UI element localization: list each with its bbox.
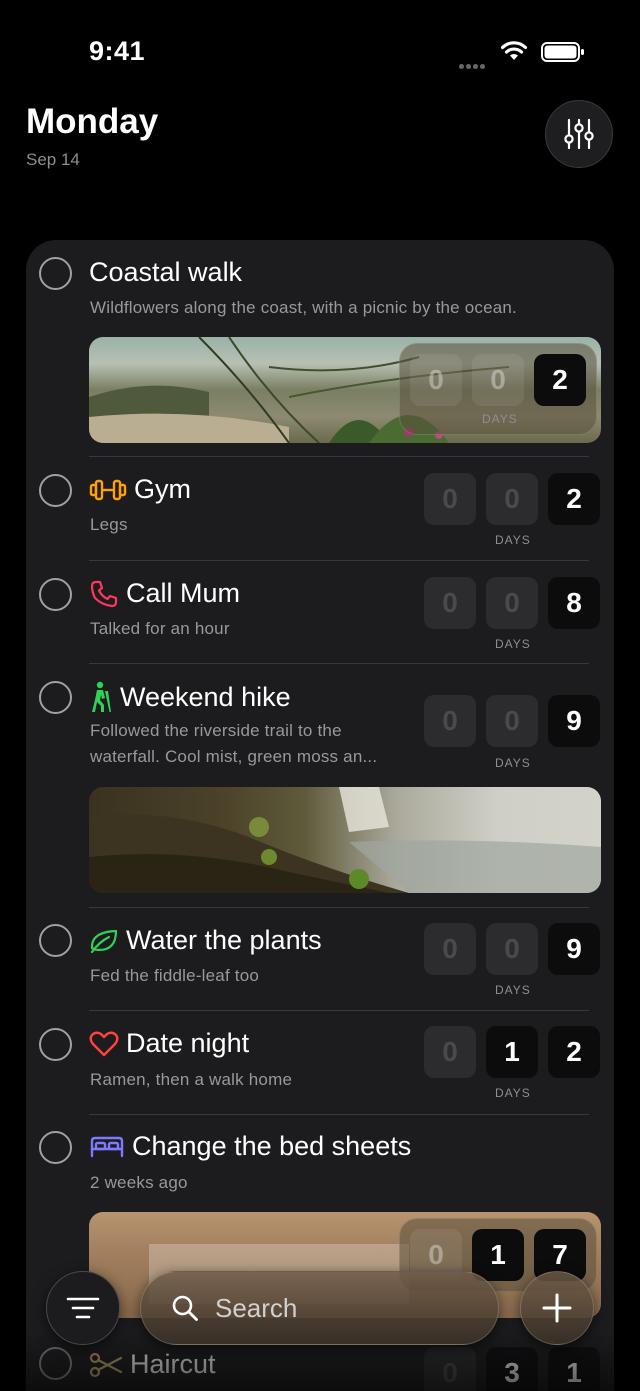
counter-digit: 0 [410,354,462,406]
sort-lines-icon [66,1297,100,1319]
item-title: Weekend hike [89,681,291,713]
item-checkbox[interactable] [39,257,72,290]
page-title: Monday [26,102,159,141]
signal-dots-icon [459,56,487,74]
counter-digit: 0 [486,577,538,629]
search-icon [172,1295,198,1321]
scissors-icon [89,1352,123,1377]
status-bar: 9:41 [0,0,640,100]
days-label: DAYS [495,983,531,997]
filter-button[interactable] [545,100,613,168]
days-label: DAYS [495,756,531,770]
item-title: Date night [89,1028,249,1059]
days-counter: 0 0 2 [424,473,600,525]
counter-digit: 9 [548,695,600,747]
item-photo[interactable] [89,787,601,893]
divider [89,1114,589,1115]
counter-digit: 0 [486,923,538,975]
divider [89,560,589,561]
counter-digit: 0 [486,695,538,747]
counter-digit: 0 [424,1347,476,1391]
days-counter: 0 0 2 DAYS [399,343,597,435]
heart-icon [89,1031,119,1056]
phone-icon [90,580,118,607]
item-subtitle: Talked for an hour [90,619,230,638]
page-date: Sep 14 [26,150,80,169]
item-checkbox[interactable] [39,1347,72,1380]
counter-digit: 0 [424,577,476,629]
item-checkbox[interactable] [39,924,72,957]
counter-digit: 0 [424,473,476,525]
item-checkbox[interactable] [39,474,72,507]
days-label: DAYS [495,533,531,547]
counter-digit: 1 [548,1347,600,1391]
plus-icon [542,1293,572,1323]
item-title: Gym [89,474,191,505]
counter-digit: 0 [472,354,524,406]
bed-icon [90,1136,124,1157]
counter-digit: 1 [486,1026,538,1078]
sliders-icon [564,118,594,150]
status-time: 9:41 [89,36,146,66]
dumbbell-icon [89,479,127,500]
days-label: DAYS [495,1086,531,1100]
item-subtitle: Wildflowers along the coast, with a picn… [90,298,517,317]
item-title: Coastal walk [89,257,243,287]
counter-digit: 0 [486,473,538,525]
item-checkbox[interactable] [39,578,72,611]
item-subtitle: Fed the fiddle-leaf too [90,966,260,985]
counter-digit: 1 [472,1229,524,1281]
item-subtitle: Followed the riverside trail to the wate… [90,721,378,766]
counter-digit: 2 [534,354,586,406]
days-counter: 0 1 2 [424,1026,600,1078]
counter-digit: 0 [424,695,476,747]
search-placeholder: Search [215,1292,298,1323]
habit-list-card: Coastal walk Wildflowers along the coast… [26,240,614,1391]
days-label: DAYS [495,637,531,651]
waterfall-illustration [89,787,601,893]
item-title: Change the bed sheets [89,1131,411,1162]
leaf-icon [90,929,118,953]
sort-menu-button[interactable] [46,1271,120,1345]
days-label: DAYS [482,412,518,426]
days-counter: 0 0 9 [424,695,600,747]
divider [89,1010,589,1011]
counter-digit: 0 [424,1026,476,1078]
item-title: Call Mum [89,578,240,609]
divider [89,456,589,457]
divider [89,907,589,908]
item-photo[interactable]: 0 0 2 DAYS [89,337,601,443]
divider [89,663,589,664]
add-item-button[interactable] [520,1271,594,1345]
counter-digit: 3 [486,1347,538,1391]
counter-digit: 2 [548,1026,600,1078]
item-subtitle: Ramen, then a walk home [90,1070,293,1089]
counter-digit: 9 [548,923,600,975]
item-title: Water the plants [89,925,322,956]
item-checkbox[interactable] [39,1131,72,1164]
item-checkbox[interactable] [39,681,72,714]
search-input[interactable]: Search [140,1271,499,1345]
battery-icon [541,42,584,62]
days-counter: 0 0 9 [424,923,600,975]
wifi-icon [500,41,528,60]
days-counter: 0 0 8 [424,577,600,629]
item-title: Haircut [89,1349,216,1380]
counter-digit: 0 [424,923,476,975]
days-counter: 0 3 1 [424,1347,600,1391]
item-subtitle: 2 weeks ago [90,1173,188,1192]
item-subtitle: Legs [90,515,128,534]
counter-digit: 2 [548,473,600,525]
item-checkbox[interactable] [39,1028,72,1061]
hiker-icon [92,681,111,712]
counter-digit: 8 [548,577,600,629]
